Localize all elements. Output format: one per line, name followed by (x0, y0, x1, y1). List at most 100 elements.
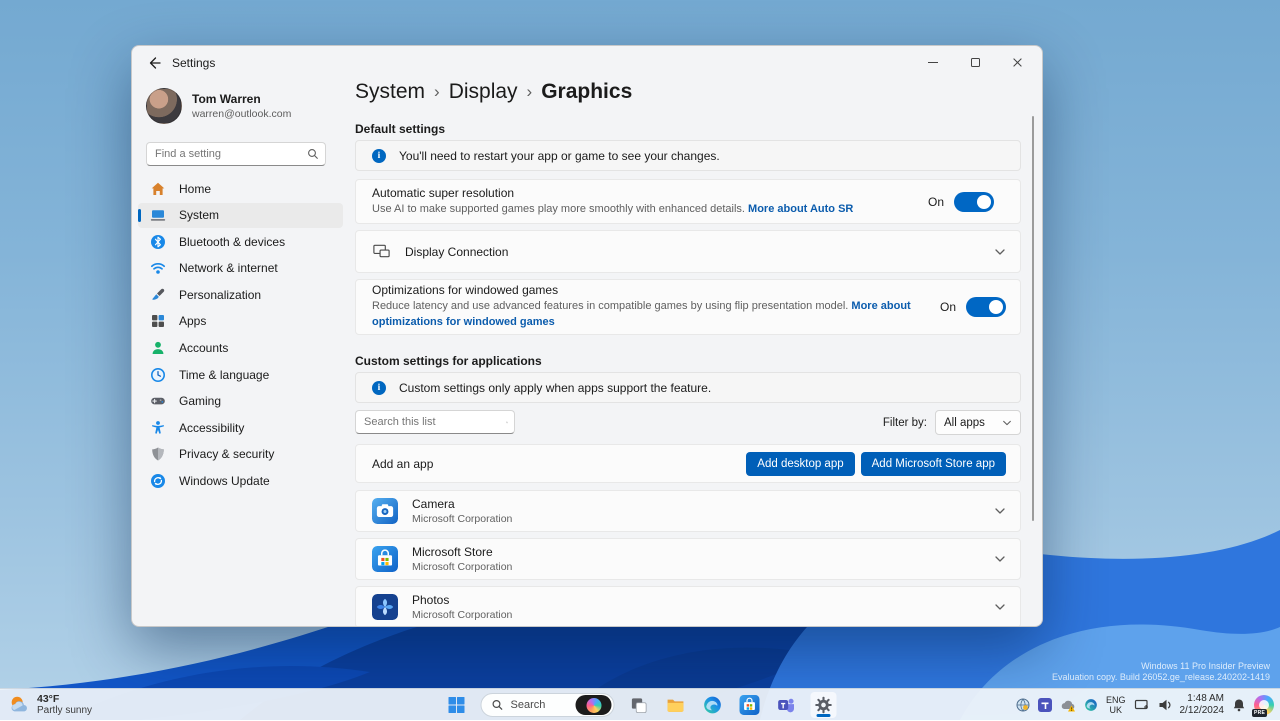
auto-sr-toggle[interactable] (954, 192, 994, 212)
tray-display-icon[interactable] (1134, 698, 1150, 712)
taskbar-search[interactable]: Search (481, 693, 615, 717)
tray-volume-icon[interactable] (1158, 698, 1172, 712)
windowed-games-toggle[interactable] (966, 297, 1006, 317)
tray-globe-icon[interactable] (1016, 698, 1030, 712)
breadcrumb-separator: › (527, 82, 533, 102)
app-publisher: Microsoft Corporation (412, 513, 982, 525)
accessibility-icon (150, 420, 166, 436)
privacy-security-icon (150, 446, 166, 462)
store-button[interactable] (737, 692, 763, 718)
windows-update-icon (150, 473, 166, 489)
app-row-camera[interactable]: Camera Microsoft Corporation (355, 490, 1021, 532)
start-button[interactable] (444, 692, 470, 718)
find-setting-searchbox[interactable] (146, 142, 326, 166)
sidebar-item-network-internet[interactable]: Network & internet (138, 256, 343, 281)
auto-sr-description: Use AI to make supported games play more… (372, 203, 745, 215)
file-explorer-icon (666, 695, 686, 715)
default-settings-heading: Default settings (355, 122, 445, 136)
sidebar-nav: Home System Bluetooth & devices Network … (138, 176, 343, 495)
system-tray: ENGUK 1:48 AM2/12/2024 PRE (1016, 689, 1274, 721)
teams-icon (777, 695, 797, 715)
window-title: Settings (172, 56, 215, 70)
display-connection-title: Display Connection (405, 245, 982, 259)
clock-widget[interactable]: 1:48 AM2/12/2024 (1180, 693, 1225, 718)
display-connection-icon (372, 242, 391, 261)
chevron-down-icon (994, 601, 1006, 613)
filter-dropdown[interactable]: All apps (935, 410, 1021, 435)
breadcrumb-system[interactable]: System (355, 80, 425, 104)
edge-button[interactable] (700, 692, 726, 718)
sidebar-item-apps[interactable]: Apps (138, 309, 343, 334)
file-explorer-button[interactable] (663, 692, 689, 718)
tray-date: 2/12/2024 (1180, 705, 1225, 716)
add-app-card: Add an app Add desktop app Add Microsoft… (355, 444, 1021, 483)
custom-settings-info-banner: i Custom settings only apply when apps s… (355, 372, 1021, 403)
page-title: Graphics (541, 80, 632, 104)
sidebar-item-privacy-security[interactable]: Privacy & security (138, 442, 343, 467)
display-connection-card[interactable]: Display Connection (355, 230, 1021, 273)
search-list-box[interactable] (355, 410, 515, 434)
copilot-button[interactable] (576, 695, 612, 715)
app-row-microsoft-store[interactable]: Microsoft Store Microsoft Corporation (355, 538, 1021, 580)
weather-icon (8, 694, 30, 716)
add-desktop-app-button[interactable]: Add desktop app (746, 452, 854, 476)
search-list-input[interactable] (364, 416, 506, 428)
app-publisher: Microsoft Corporation (412, 561, 982, 573)
bluetooth-icon (150, 234, 166, 250)
windowed-games-card: Optimizations for windowed games Reduce … (355, 279, 1021, 335)
user-name: Tom Warren (192, 92, 291, 106)
edge-icon (703, 695, 723, 715)
chevron-down-icon (994, 246, 1006, 258)
sidebar-item-accessibility[interactable]: Accessibility (138, 415, 343, 440)
auto-sr-toggle-label: On (928, 195, 944, 209)
sidebar-item-windows-update[interactable]: Windows Update (138, 469, 343, 494)
sidebar-item-accounts[interactable]: Accounts (138, 336, 343, 361)
main-content: System › Display › Graphics Default sett… (355, 46, 1021, 627)
copilot-tray-icon[interactable]: PRE (1254, 695, 1274, 715)
desktop: Windows 11 Pro Insider Preview Evaluatio… (0, 0, 1280, 720)
store-app-icon (372, 546, 398, 572)
breadcrumb-display[interactable]: Display (449, 80, 518, 104)
tray-onedrive-warning-icon[interactable] (1060, 698, 1076, 712)
system-icon (150, 207, 166, 223)
accounts-icon (150, 340, 166, 356)
settings-taskbar-button[interactable] (811, 692, 837, 718)
app-row-photos[interactable]: Photos Microsoft Corporation (355, 586, 1021, 627)
weather-widget[interactable]: 43°F Partly sunny (8, 689, 92, 721)
sidebar-item-bluetooth-devices[interactable]: Bluetooth & devices (138, 229, 343, 254)
teams-button[interactable] (774, 692, 800, 718)
sidebar-item-personalization[interactable]: Personalization (138, 282, 343, 307)
back-icon[interactable] (146, 55, 162, 71)
tray-time: 1:48 AM (1187, 693, 1224, 704)
add-store-app-button[interactable]: Add Microsoft Store app (861, 452, 1006, 476)
notification-bell-icon[interactable] (1232, 698, 1246, 712)
avatar (146, 88, 182, 124)
chevron-down-icon (994, 553, 1006, 565)
task-view-icon (629, 696, 648, 715)
language-indicator[interactable]: ENGUK (1106, 695, 1126, 716)
add-app-label: Add an app (372, 457, 734, 471)
user-email: warren@outlook.com (192, 108, 291, 120)
sidebar-item-time-language[interactable]: Time & language (138, 362, 343, 387)
sidebar-item-system[interactable]: System (138, 203, 343, 228)
find-setting-input[interactable] (155, 148, 307, 160)
auto-sr-link[interactable]: More about Auto SR (748, 203, 853, 215)
user-profile[interactable]: Tom Warren warren@outlook.com (146, 86, 346, 126)
custom-settings-heading: Custom settings for applications (355, 354, 542, 368)
gaming-icon (150, 393, 166, 409)
apps-icon (150, 313, 166, 329)
tray-teams-icon[interactable] (1038, 698, 1052, 712)
weather-temperature: 43°F (37, 693, 92, 706)
task-view-button[interactable] (626, 692, 652, 718)
window-scrollbar[interactable] (1032, 116, 1034, 521)
sidebar-item-home[interactable]: Home (138, 176, 343, 201)
sidebar-item-gaming[interactable]: Gaming (138, 389, 343, 414)
tray-edge-icon[interactable] (1084, 698, 1098, 712)
watermark-line2: Evaluation copy. Build 26052.ge_release.… (1052, 672, 1270, 684)
windows-start-icon (448, 696, 466, 714)
settings-gear-icon (815, 696, 833, 714)
settings-window: Settings Tom Warren warren@outlook.com (131, 45, 1043, 627)
breadcrumb-separator: › (434, 82, 440, 102)
photos-app-icon (372, 594, 398, 620)
breadcrumb: System › Display › Graphics (355, 80, 632, 104)
